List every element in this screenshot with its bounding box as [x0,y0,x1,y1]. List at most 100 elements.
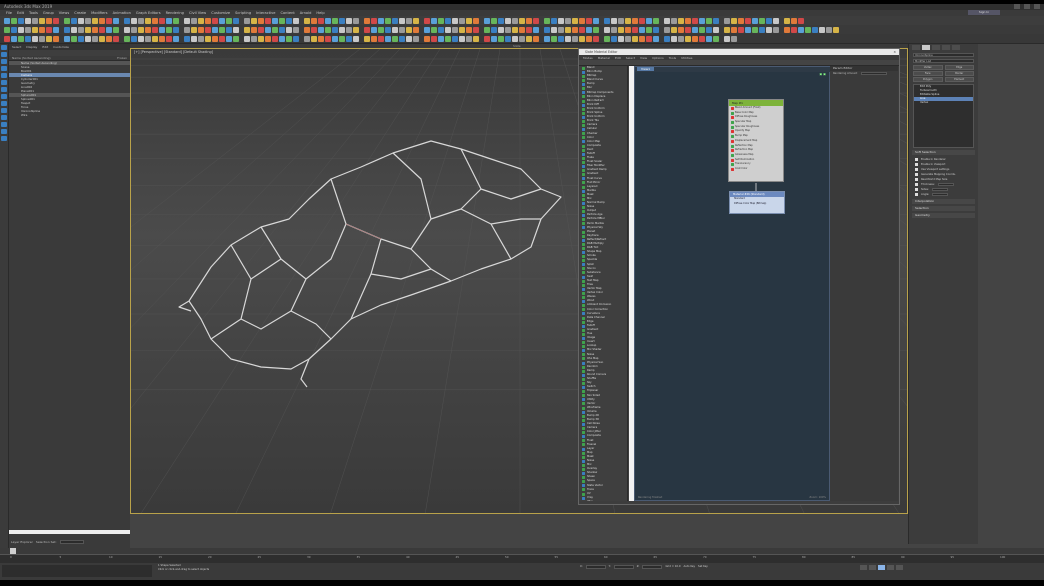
toolbar-tool-icon[interactable] [558,26,564,33]
toolbar-tool-icon[interactable] [618,17,624,24]
toolbar-tool-icon[interactable] [759,26,765,33]
toolbar-tool-icon[interactable] [565,26,571,33]
minimize-icon[interactable] [1014,4,1020,9]
display-tab-icon[interactable] [952,45,960,50]
toolbar-tool-icon[interactable] [459,26,465,33]
toolbar-tool-icon[interactable] [25,35,31,42]
autokey-button[interactable]: Auto Key [683,565,695,569]
toolbar-tool-icon[interactable] [25,17,31,24]
toolbar-tool-icon[interactable] [92,17,98,24]
menu-item[interactable]: Modifiers [91,11,107,15]
toolbar-tool-icon[interactable] [399,35,405,42]
toolbar-tool-icon[interactable] [152,35,158,42]
toolbar-tool-icon[interactable] [664,26,670,33]
toolbar-tool-icon[interactable] [138,17,144,24]
explorer-scrollbar[interactable] [9,530,130,534]
toolbar-tool-icon[interactable] [152,26,158,33]
toolbar-tool-icon[interactable] [99,35,105,42]
toolbar-tool-icon[interactable] [99,26,105,33]
toolbar-tool-icon[interactable] [205,17,211,24]
toolbar-tool-icon[interactable] [138,26,144,33]
toolbar-tool-icon[interactable] [4,26,10,33]
y-field[interactable] [613,565,634,569]
slot-socket-icon[interactable] [730,135,734,139]
toolbar-tool-icon[interactable] [731,26,737,33]
toolbar-tool-icon[interactable] [233,26,239,33]
toolbar-tool-icon[interactable] [166,35,172,42]
toolbar-tool-icon[interactable] [78,35,84,42]
explorer-filter-icon[interactable] [1,122,7,127]
toolbar-tool-icon[interactable] [212,26,218,33]
toolbar-tool-icon[interactable] [85,17,91,24]
slate-menu-item[interactable]: Tools [669,56,676,60]
explorer-filter-icon[interactable] [1,45,7,50]
toolbar-tool-icon[interactable] [685,26,691,33]
toolbar-tool-icon[interactable] [85,35,91,42]
toolbar-tool-icon[interactable] [512,26,518,33]
toolbar-tool-icon[interactable] [364,35,370,42]
toolbar-tool-icon[interactable] [445,26,451,33]
toolbar-tool-icon[interactable] [46,17,52,24]
toolbar-tool-icon[interactable] [664,35,670,42]
tree-row[interactable]: Wire [9,113,130,117]
toolbar-tool-icon[interactable] [551,17,557,24]
toolbar-tool-icon[interactable] [265,35,271,42]
menu-item[interactable]: Civil View [189,11,206,15]
toolbar-tool-icon[interactable] [279,17,285,24]
toolbar-tool-icon[interactable] [286,35,292,42]
slate-menu-item[interactable]: Utilities [681,56,692,60]
close-icon[interactable] [1034,4,1040,9]
toolbar-tool-icon[interactable] [653,35,659,42]
toolbar-tool-icon[interactable] [78,26,84,33]
explorer-tab-select[interactable]: Select [12,45,21,49]
toolbar-tool-icon[interactable] [766,26,772,33]
toolbar-tool-icon[interactable] [46,26,52,33]
toolbar-tool-icon[interactable] [572,17,578,24]
motion-tab-icon[interactable] [942,45,950,50]
toolbar-tool-icon[interactable] [325,17,331,24]
toolbar-tool-icon[interactable] [498,17,504,24]
slate-menu-item[interactable]: Options [652,56,664,60]
toolbar-tool-icon[interactable] [219,17,225,24]
modifier-list-dropdown[interactable]: Modifier List [913,59,974,63]
checkbox[interactable] [915,173,918,176]
play-icon[interactable] [878,565,885,570]
toolbar-tool-icon[interactable] [166,17,172,24]
toolbar-tool-icon[interactable] [53,26,59,33]
x-field[interactable] [585,565,606,569]
toolbar-tool-icon[interactable] [131,17,137,24]
toolbar-tool-icon[interactable] [371,17,377,24]
menu-item[interactable]: Rendering [166,11,184,15]
toolbar-tool-icon[interactable] [604,17,610,24]
menu-item[interactable]: Scripting [235,11,251,15]
toolbar-tool-icon[interactable] [498,26,504,33]
explorer-filter-icon[interactable] [1,52,7,57]
toolbar-tool-icon[interactable] [611,17,617,24]
column-name[interactable]: Name (Sorted Ascending) [12,56,51,60]
toolbar-tool-icon[interactable] [385,17,391,24]
go-to-end-icon[interactable] [896,565,903,570]
toolbar-tool-icon[interactable] [272,17,278,24]
toolbar-tool-icon[interactable] [272,26,278,33]
toolbar-tool-icon[interactable] [706,26,712,33]
toolbar-tool-icon[interactable] [113,26,119,33]
toolbar-tool-icon[interactable] [551,26,557,33]
toolbar-tool-icon[interactable] [346,17,352,24]
toolbar-tool-icon[interactable] [558,35,564,42]
toolbar-tool-icon[interactable] [191,17,197,24]
toolbar-tool-icon[interactable] [311,35,317,42]
menu-item[interactable]: File [6,11,12,15]
next-frame-icon[interactable] [887,565,894,570]
toolbar-tool-icon[interactable] [632,26,638,33]
toolbar-tool-icon[interactable] [124,26,130,33]
toolbar-tool-icon[interactable] [625,35,631,42]
toolbar-tool-icon[interactable] [311,17,317,24]
slot-socket-icon[interactable] [730,111,734,115]
toolbar-tool-icon[interactable] [226,17,232,24]
material-slot[interactable]: Coat Color [729,167,783,172]
toolbar-tool-icon[interactable] [173,35,179,42]
toolbar-tool-icon[interactable] [692,17,698,24]
toolbar-tool-icon[interactable] [424,17,430,24]
toolbar-tool-icon[interactable] [244,17,250,24]
toolbar-tool-icon[interactable] [632,35,638,42]
